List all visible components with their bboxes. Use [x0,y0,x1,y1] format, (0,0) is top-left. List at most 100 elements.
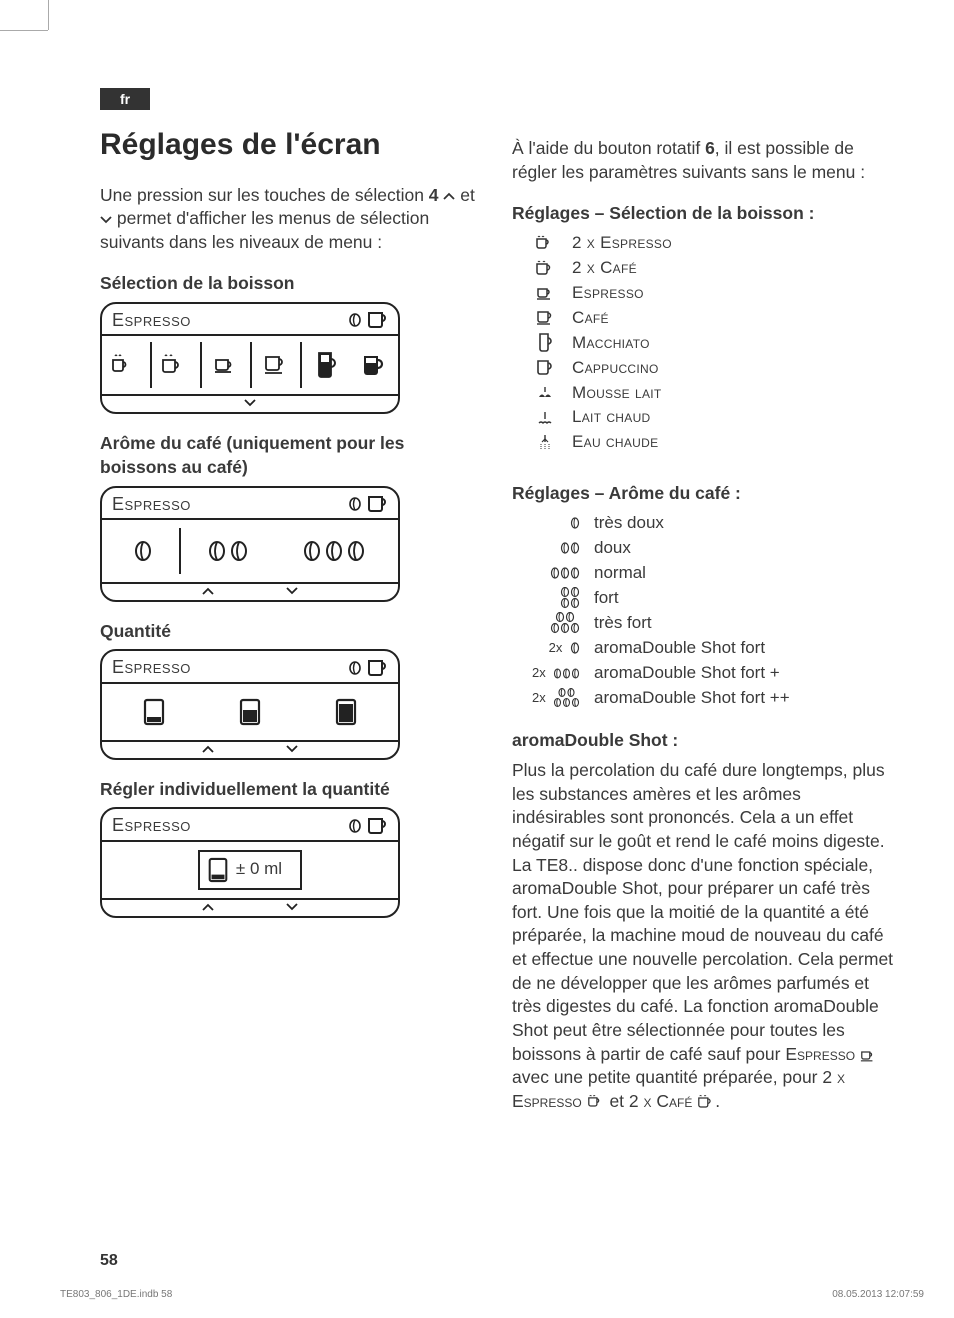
cup-large-icon [366,310,388,330]
text: avec une petite quantité préparée, pour [512,1067,822,1087]
bean-3-icon [553,668,580,679]
bean-1-icon [570,642,580,654]
page: fr Réglages de l'écran Une pression sur … [0,0,954,1318]
print-metadata: TE803_806_1DE.indb 58 08.05.2013 12:07:5… [60,1289,924,1300]
list-item: très fort [532,612,894,635]
print-file: TE803_806_1DE.indb 58 [60,1289,172,1300]
aroma-label: aromaDouble Shot fort ++ [594,687,790,710]
display-panel-adjust: Espresso ± 0 ml [100,807,400,917]
aroma-label: très doux [594,512,664,535]
bean-1-icon [570,517,580,529]
heading-aroma-settings: Réglages – Arôme du café : [512,482,894,506]
page-number: 58 [100,1252,118,1270]
list-item: Macchiato [532,332,894,355]
aroma-label: normal [594,562,646,585]
list-item: 2 x Café [532,257,894,280]
chevron-down-icon [243,398,257,408]
drink-label: Macchiato [572,332,650,355]
bean-2-icon [207,540,251,562]
language-tag: fr [100,88,150,110]
aroma-label: aromaDouble Shot fort + [594,662,780,685]
list-item: Mousse lait [532,382,894,405]
heading-regler-quantite: Régler individuellement la quantité [100,778,482,802]
cup-large-icon [366,494,388,514]
aroma-label: doux [594,537,631,560]
aroma-label: fort [594,587,619,610]
aroma-label: aromaDouble Shot fort [594,637,765,660]
text-2cafe: 2 x Café [629,1091,692,1111]
list-item: 2 x Espresso [532,232,894,255]
bean-2-icon [560,542,580,554]
prefix-2x: 2x [549,639,563,657]
aroma-list: très doux doux normal fort très fort 2x … [532,512,894,710]
glass-icon [537,333,553,353]
bean-icon [348,497,362,511]
display-panel-drinks: Espresso [100,302,400,414]
right-column: À l'aide du bouton rotatif 6, il est pos… [512,125,894,1131]
text: À l'aide du bouton rotatif [512,138,705,158]
chevron-up-icon [443,192,455,201]
heading-aromadouble: aromaDouble Shot : [512,729,894,753]
page-title: Réglages de l'écran [100,125,482,166]
bean-icon [348,313,362,327]
chevron-down-icon [285,902,299,912]
list-item: 2x aromaDouble Shot fort + [532,662,894,685]
hot-milk-icon [537,410,553,426]
panel-label: Espresso [112,492,191,516]
fill-low-icon [206,856,230,884]
bean-4-icon [560,587,580,609]
drink-label: Mousse lait [572,382,662,405]
heading-selection-boisson: Sélection de la boisson [100,272,482,296]
bean-icon [348,661,362,675]
right-intro: À l'aide du bouton rotatif 6, il est pos… [512,137,894,184]
list-item: Eau chaude [532,431,894,454]
list-item: Espresso [532,282,894,305]
small-cup-icon [213,354,239,376]
ref-4: 4 [429,185,439,205]
chevron-down-icon [100,215,112,224]
double-cup-icon [161,352,191,378]
double-small-cup-icon [535,235,555,251]
bean-1-icon [133,540,153,562]
chevron-down-icon [285,586,299,596]
list-item: Cappuccino [532,357,894,380]
list-item: fort [532,587,894,610]
panel-label: Espresso [112,308,191,332]
drink-label: Cappuccino [572,357,659,380]
text: Une pression sur les touches de sélectio… [100,185,429,205]
heading-quantite: Quantité [100,620,482,644]
list-item: 2x aromaDouble Shot fort ++ [532,687,894,710]
prefix-2x: 2x [532,664,546,682]
ref-6: 6 [705,138,715,158]
drink-label: 2 x Café [572,257,637,280]
list-item: normal [532,562,894,585]
chevron-up-icon [201,744,215,754]
hot-water-icon [537,434,553,452]
heading-arome: Arôme du café (uniquement pour les boiss… [100,432,482,479]
cup-icon [536,310,554,326]
chevron-down-icon [285,744,299,754]
crop-mark [0,30,48,31]
double-small-cup-icon [111,352,141,378]
text: permet d'afficher les menus de sélection… [100,208,429,252]
cup-icon [263,353,289,377]
crop-mark [48,0,49,30]
drink-label: 2 x Espresso [572,232,672,255]
fill-high-icon [333,697,359,727]
drink-list: 2 x Espresso 2 x Café Espresso Café Macc… [532,232,894,454]
cup-large-icon [366,816,388,836]
drink-label: Eau chaude [572,431,658,454]
mug-icon [361,352,387,378]
left-column: Réglages de l'écran Une pression sur les… [100,125,482,1131]
aroma-label: très fort [594,612,652,635]
intro-paragraph: Une pression sur les touches de sélectio… [100,184,482,255]
fill-low-icon [141,697,167,727]
display-panel-aroma: Espresso [100,486,400,602]
small-cup-icon [536,286,554,300]
chevron-up-icon [201,902,215,912]
glass-icon [315,351,337,379]
aromadouble-body: Plus la percolation du café dure longtem… [512,759,894,1113]
drink-label: Lait chaud [572,406,651,429]
bean-3-icon [302,540,368,562]
foam-icon [537,385,553,401]
